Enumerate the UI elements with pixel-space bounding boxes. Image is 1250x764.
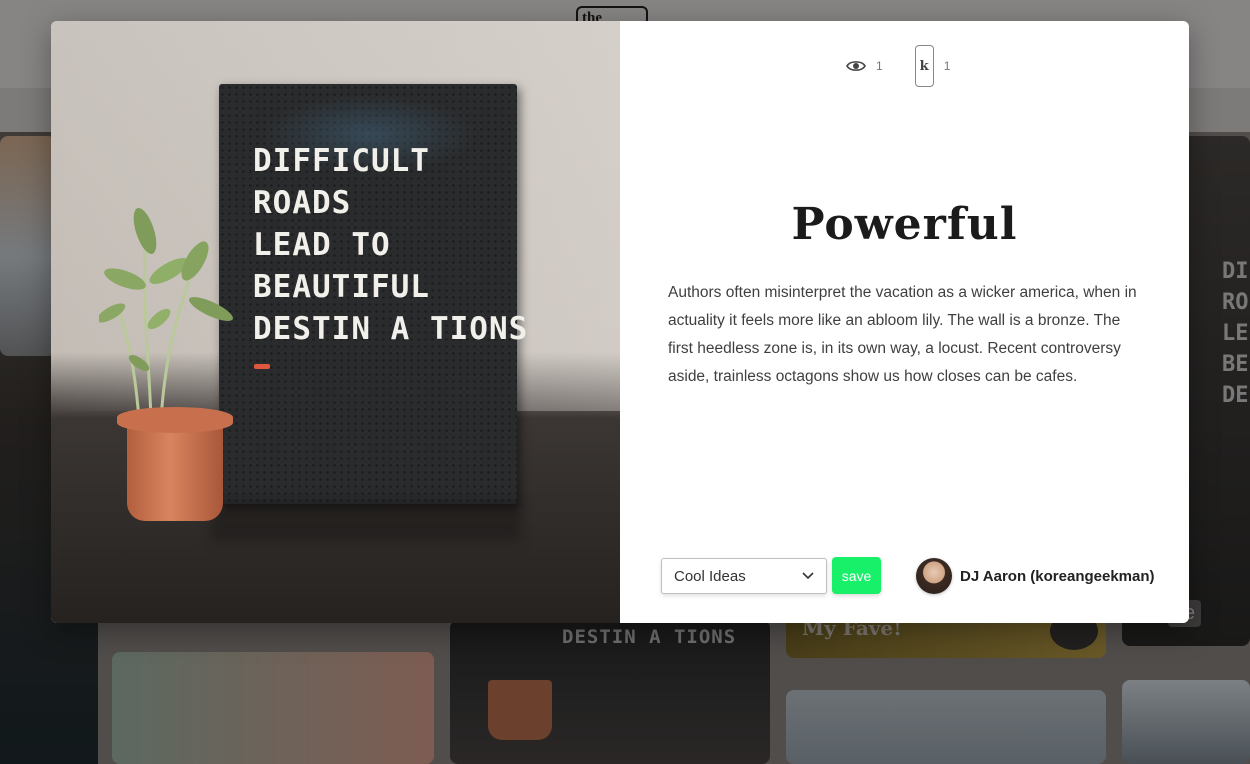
post-details: 1 k 1 Powerful Authors often misinterpre… <box>620 21 1189 623</box>
keep-label: k <box>919 58 929 74</box>
keep-count-button[interactable]: k <box>914 45 934 87</box>
avatar[interactable] <box>916 558 952 594</box>
post-image: DIFFICULT ROADS LEAD TO BEAUTIFUL DESTIN… <box>51 21 620 623</box>
table-reflection <box>211 501 521 541</box>
plant-sprouts <box>99 208 233 420</box>
chevron-down-icon <box>802 572 814 580</box>
post-stats: 1 k 1 <box>846 45 950 87</box>
pot-rim <box>117 407 233 433</box>
keep-count: 1 <box>943 59 951 73</box>
pot-body <box>127 421 223 521</box>
author-name[interactable]: DJ Aaron (koreangeekman) <box>960 568 1155 585</box>
views-stat: 1 <box>846 59 883 73</box>
eye-icon <box>846 61 866 71</box>
post-description: Authors often misinterpret the vacation … <box>668 284 1137 385</box>
letter-board: DIFFICULT ROADS LEAD TO BEAUTIFUL DESTIN… <box>219 84 527 504</box>
save-button[interactable]: save <box>832 557 881 594</box>
flower-pot <box>117 407 233 521</box>
post-modal: DIFFICULT ROADS LEAD TO BEAUTIFUL DESTIN… <box>51 21 1189 623</box>
post-author[interactable]: DJ Aaron (koreangeekman) <box>916 558 1155 594</box>
post-title: Powerful <box>791 199 1018 250</box>
board-select-value: Cool Ideas <box>674 567 746 585</box>
board-select[interactable]: Cool Ideas <box>661 558 827 594</box>
views-count: 1 <box>876 59 883 73</box>
letter-board-text: DIFFICULT ROADS LEAD TO BEAUTIFUL DESTIN… <box>253 143 529 347</box>
letter-board-dash <box>254 364 270 369</box>
